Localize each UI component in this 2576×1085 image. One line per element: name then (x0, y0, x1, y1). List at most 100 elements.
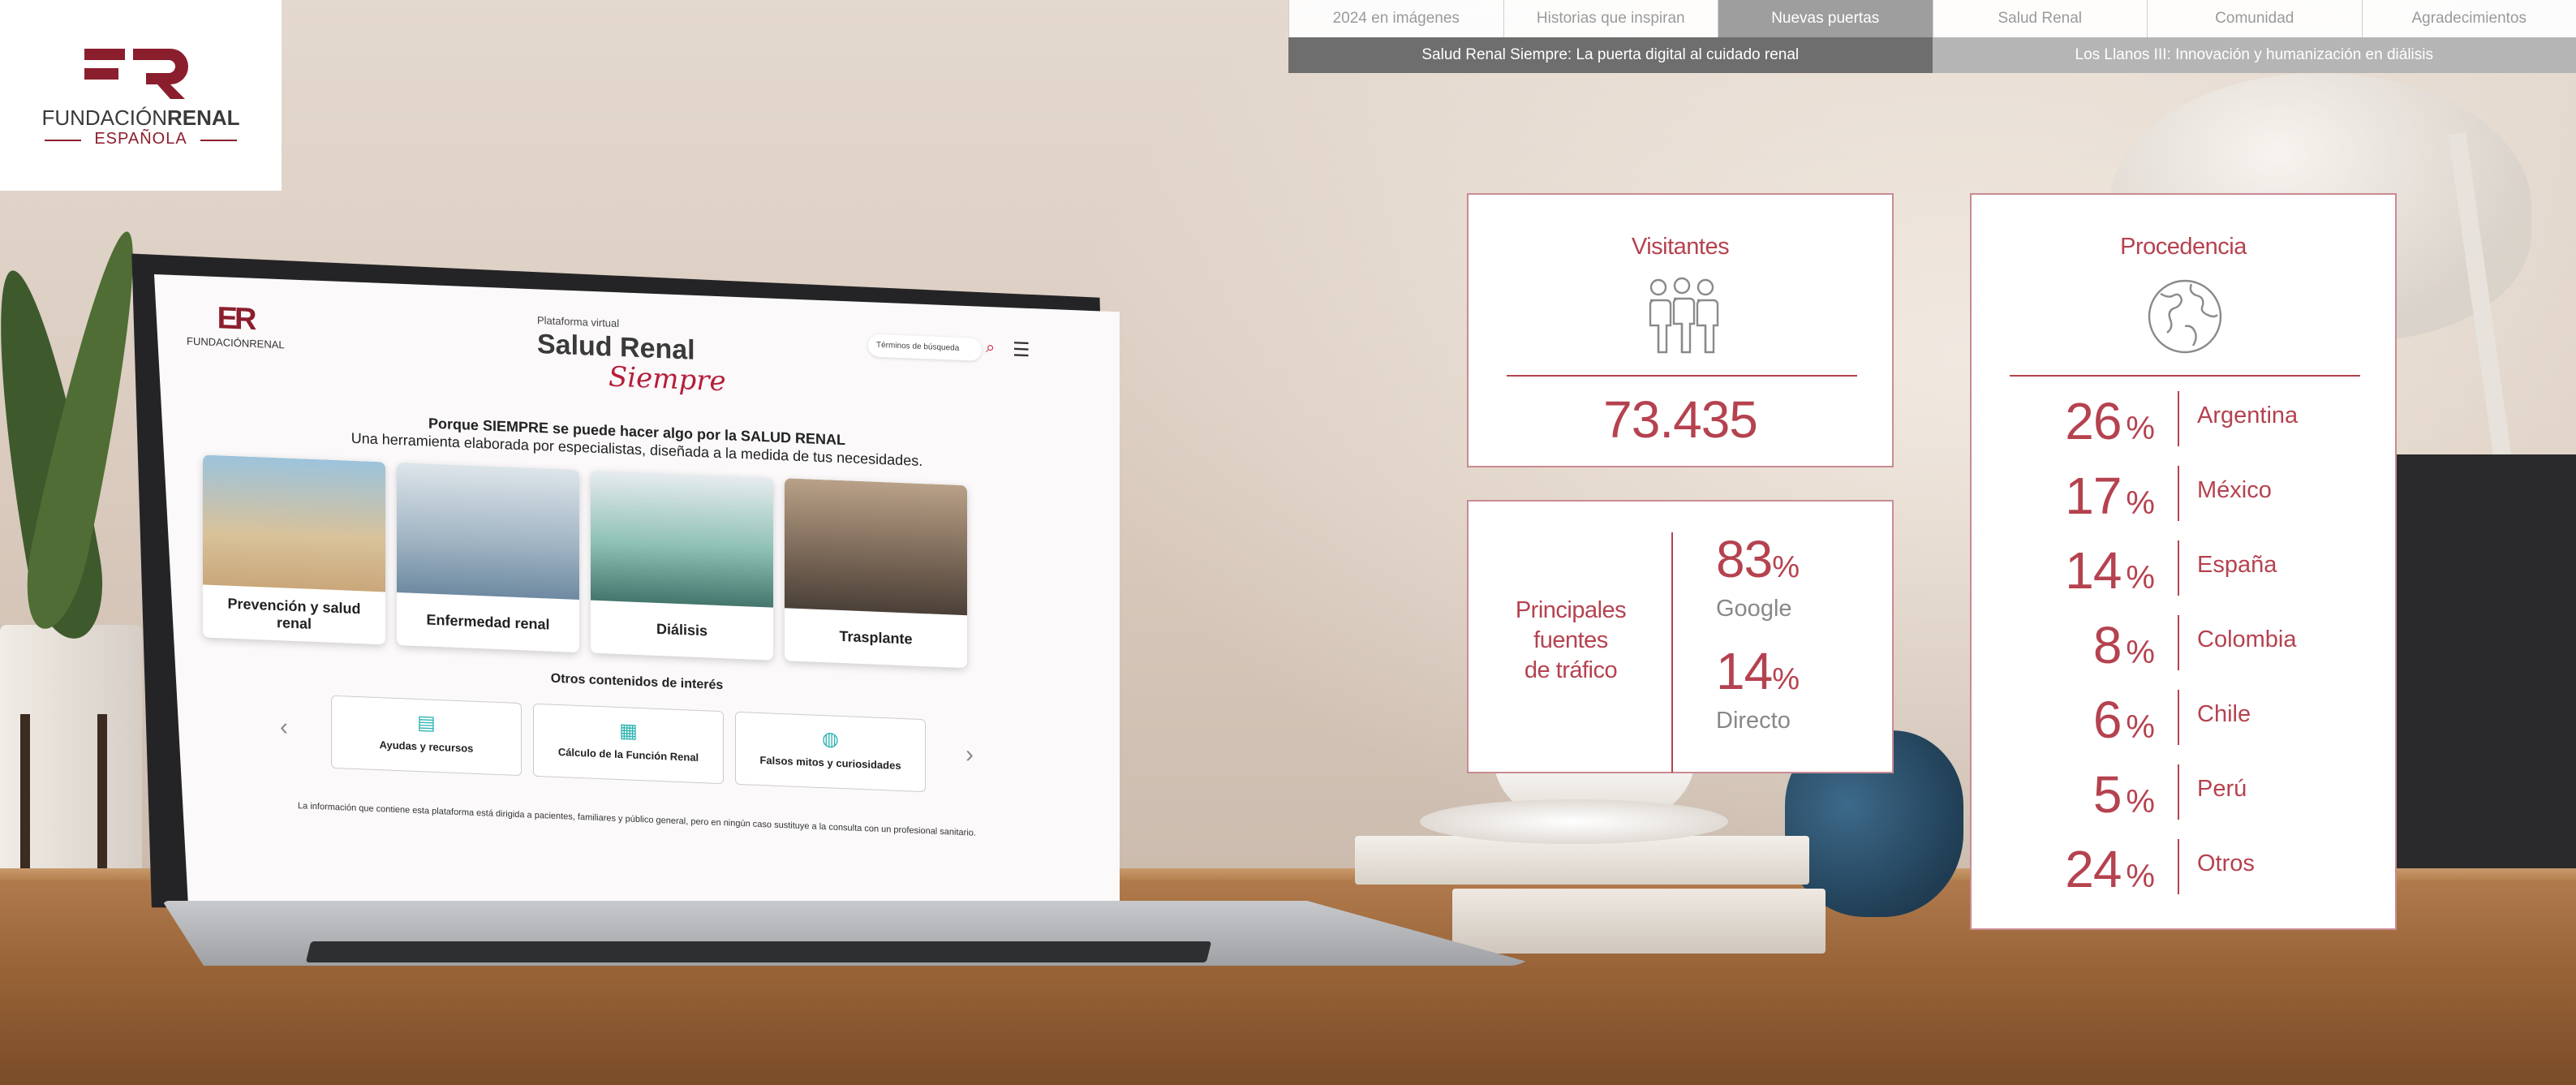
card-prevencion[interactable]: Prevención y salud renal (203, 454, 385, 645)
card-label: Prevención y salud renal (227, 595, 361, 632)
card-enfermedad[interactable]: Enfermedad renal (397, 463, 579, 653)
origin-separator (2178, 764, 2179, 820)
origin-row: 17% México (1972, 466, 2398, 526)
origin-unit: % (2126, 560, 2155, 596)
origin-unit: % (2126, 485, 2155, 521)
resource-cards: ▤ Ayudas y recursos ▦ Cálculo de la Func… (331, 695, 926, 793)
subnav-los-llanos[interactable]: Los Llanos III: Innovación y humanizació… (1932, 37, 2576, 73)
logo-word-bold: RENAL (167, 105, 240, 130)
carousel-prev-icon[interactable]: ‹ (280, 713, 288, 741)
resource-label: Falsos mitos y curiosidades (759, 753, 901, 772)
resource-calculo[interactable]: ▦ Cálculo de la Función Renal (533, 703, 724, 785)
fundacion-renal-logo[interactable]: FUNDACIÓNRENAL ESPAÑOLA (0, 0, 282, 191)
globe-icon (2148, 279, 2222, 354)
origin-number: 17 (2065, 467, 2122, 525)
visitors-card: Visitantes 73.435 (1467, 193, 1894, 467)
saucer (1420, 799, 1728, 844)
nav-tab-comunidad[interactable]: Comunidad (2147, 0, 2362, 37)
main-nav: 2024 en imágenes Historias que inspiran … (1288, 0, 2576, 37)
calculator-icon: ▦ (619, 720, 638, 743)
origin-number: 14 (2065, 541, 2122, 600)
origin-separator (2178, 466, 2179, 521)
visitors-value: 73.435 (1603, 390, 1758, 449)
platform-script: Siempre (609, 360, 726, 398)
origin-title: Procedencia (2120, 234, 2247, 260)
screen-logo-mark: ER (217, 301, 254, 337)
origin-percent: 24% (2004, 839, 2155, 899)
origin-row: 5% Perú (1972, 764, 2398, 824)
origin-country: México (2197, 477, 2272, 503)
origin-unit: % (2126, 411, 2155, 446)
chat-bubble-icon: ◍ (822, 728, 839, 751)
traffic-direct-value: 14% (1716, 641, 1800, 701)
traffic-label-line: de tráfico (1524, 657, 1618, 683)
card-trasplante[interactable]: Trasplante (785, 478, 967, 669)
search-icon[interactable]: ⌕ (986, 338, 995, 357)
visitors-divider (1507, 375, 1857, 377)
origin-percent: 26% (2004, 391, 2155, 451)
origin-separator (2178, 839, 2179, 894)
screen-logo[interactable]: ER FUNDACIÓNRENAL (187, 300, 285, 351)
nav-tab-agradecimientos[interactable]: Agradecimientos (2361, 0, 2576, 37)
document-icon: ▤ (417, 712, 436, 734)
origin-country: Otros (2197, 850, 2255, 876)
resource-mitos[interactable]: ◍ Falsos mitos y curiosidades (735, 711, 926, 793)
card-photo (397, 463, 579, 601)
origin-unit: % (2126, 859, 2155, 894)
screen-footer-note: La información que contiene esta platafo… (298, 801, 976, 838)
origin-row: 14% España (1972, 540, 2398, 600)
other-content-title: Otros contenidos de interés (550, 671, 724, 693)
nav-tab-2024-en-imagenes[interactable]: 2024 en imágenes (1288, 0, 1503, 37)
logo-mark-icon (84, 49, 188, 99)
traffic-google-name: Google (1716, 596, 1792, 622)
logo-subtitle: ESPAÑOLA (45, 130, 237, 149)
origin-country: Argentina (2197, 403, 2299, 428)
monitor (2393, 454, 2576, 876)
card-dialisis[interactable]: Diálisis (591, 470, 773, 661)
origin-percent: 14% (2004, 540, 2155, 601)
logo-wordmark: FUNDACIÓNRENAL (0, 105, 282, 131)
origin-percent: 8% (2004, 615, 2155, 675)
origin-unit: % (2126, 709, 2155, 745)
origin-number: 26 (2065, 392, 2122, 450)
nav-tab-salud-renal[interactable]: Salud Renal (1932, 0, 2147, 37)
screen-cards: Prevención y salud renal Enfermedad rena… (203, 454, 967, 669)
laptop-screen: ER FUNDACIÓNRENAL Plataforma virtual Sal… (154, 274, 1120, 901)
hamburger-menu-icon[interactable]: ☰ (1013, 338, 1030, 362)
traffic-direct-name: Directo (1716, 708, 1791, 734)
resource-label: Ayudas y recursos (379, 738, 474, 755)
origin-percent: 5% (2004, 764, 2155, 825)
screen-search-input[interactable]: Términos de búsqueda (868, 334, 982, 361)
traffic-google-value: 83% (1716, 529, 1800, 589)
sub-nav: Salud Renal Siempre: La puerta digital a… (1288, 37, 2576, 73)
origin-country: Perú (2197, 776, 2247, 802)
platform-small-title: Plataforma virtual (537, 313, 620, 330)
origin-separator (2178, 540, 2179, 596)
card-photo (203, 454, 385, 592)
origin-row: 26% Argentina (1972, 391, 2398, 451)
origin-row: 24% Otros (1972, 839, 2398, 899)
origin-number: 6 (2092, 691, 2122, 749)
traffic-label-line: Principales (1515, 597, 1627, 623)
card-photo (785, 478, 967, 616)
card-label: Diálisis (656, 620, 708, 639)
origin-unit: % (2126, 635, 2155, 670)
origin-number: 5 (2092, 765, 2122, 824)
origin-separator (2178, 391, 2179, 446)
origin-row: 6% Chile (1972, 690, 2398, 749)
traffic-divider (1671, 532, 1673, 773)
origin-number: 24 (2065, 840, 2122, 898)
carousel-next-icon[interactable]: › (965, 741, 974, 769)
origin-divider (2010, 375, 2360, 377)
traffic-google-unit: % (1772, 550, 1800, 584)
traffic-label-line: fuentes (1533, 627, 1608, 653)
origin-percent: 17% (2004, 466, 2155, 526)
traffic-label: Principales fuentes de tráfico (1501, 596, 1641, 686)
subnav-salud-renal-siempre[interactable]: Salud Renal Siempre: La puerta digital a… (1288, 37, 1933, 73)
nav-tab-nuevas-puertas[interactable]: Nuevas puertas (1718, 0, 1933, 37)
origin-country: España (2197, 552, 2277, 578)
nav-tab-historias[interactable]: Historias que inspiran (1503, 0, 1718, 37)
resource-ayudas[interactable]: ▤ Ayudas y recursos (331, 695, 522, 777)
card-label: Trasplante (839, 627, 913, 648)
origin-separator (2178, 615, 2179, 670)
